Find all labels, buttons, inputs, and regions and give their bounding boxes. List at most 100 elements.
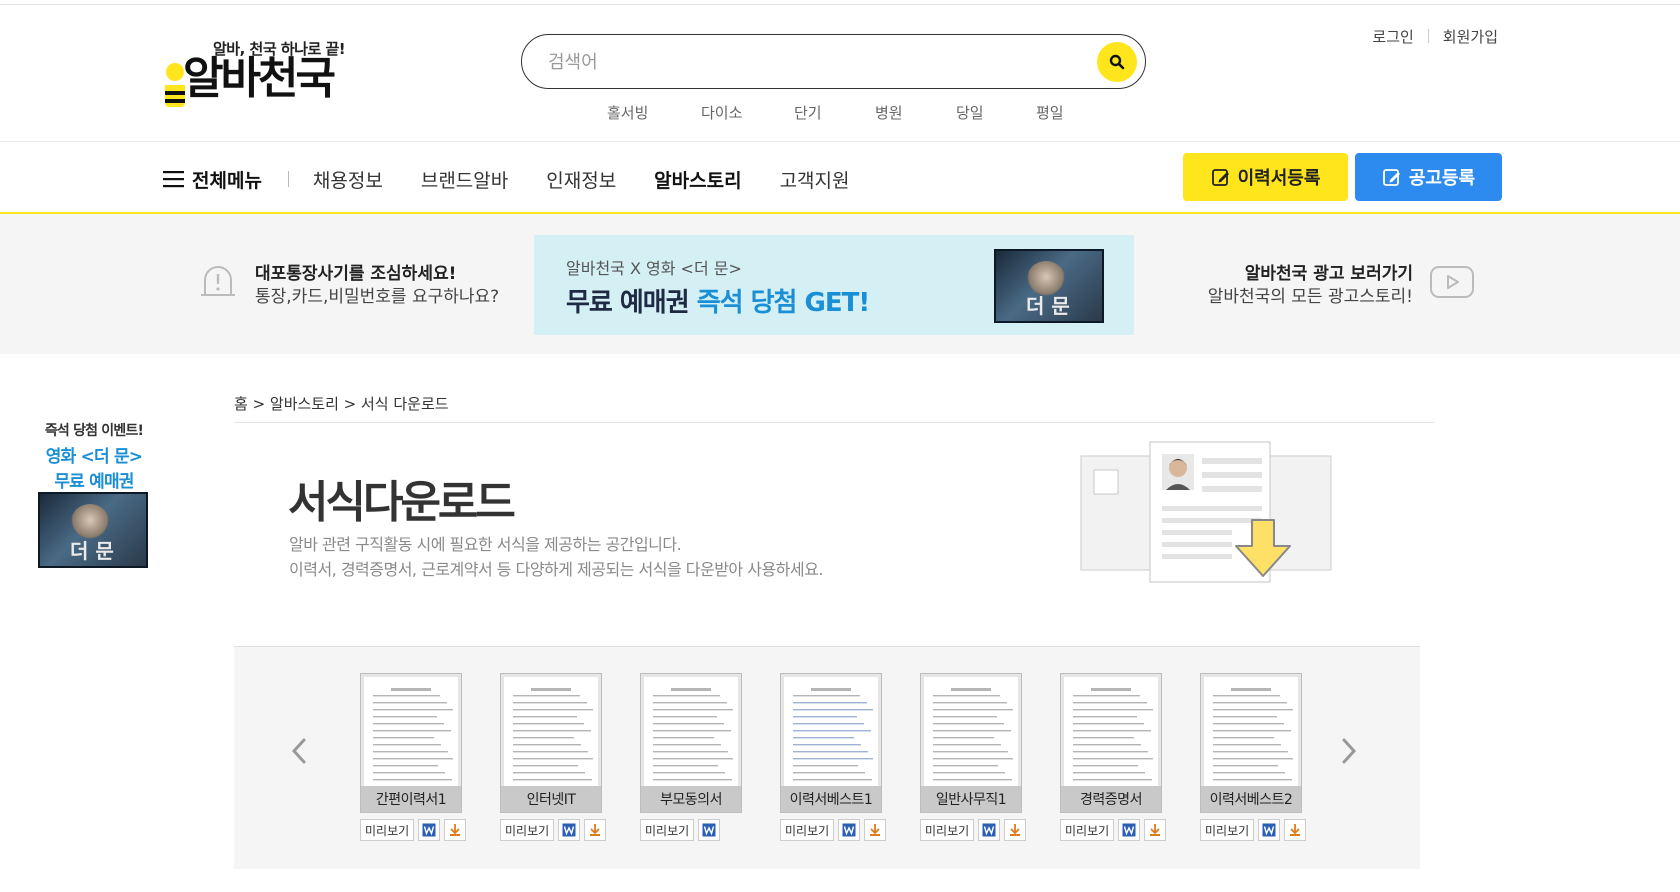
movie-poster-image: 더 문 (38, 492, 148, 568)
logo-text: 알바천국 (183, 53, 336, 104)
keyword-link[interactable]: 단기 (794, 102, 822, 123)
main-nav: 전체메뉴 채용정보 브랜드알바 인재정보 알바스토리 고객지원 (163, 162, 888, 196)
document-label: 인터넷IT (501, 786, 601, 812)
word-download-button[interactable] (1118, 819, 1141, 841)
logo[interactable]: 알바, 천국 하나로 끝! 알바천국 (163, 36, 363, 116)
fraud-warning-subtitle[interactable]: 통장,카드,비밀번호를 요구하나요? (255, 282, 499, 307)
preview-button[interactable]: 미리보기 (500, 819, 555, 841)
banner-main-b: 즉석 당첨 GET! (696, 288, 870, 318)
preview-button[interactable]: 미리보기 (640, 819, 695, 841)
document-actions: 미리보기 (360, 819, 467, 841)
preview-button[interactable]: 미리보기 (780, 819, 835, 841)
signup-link[interactable]: 회원가입 (1443, 26, 1498, 47)
login-link[interactable]: 로그인 (1372, 26, 1413, 47)
hwp-download-button[interactable] (1284, 819, 1307, 841)
hwp-file-icon (450, 824, 461, 836)
gallery-prev-button[interactable] (284, 731, 314, 771)
nav-item-jobs[interactable]: 채용정보 (313, 166, 383, 193)
document-label: 간편이력서1 (361, 786, 461, 812)
document-thumbnail[interactable]: 일반사무직1 (920, 673, 1022, 813)
document-thumbnail[interactable]: 인터넷IT (500, 673, 602, 813)
word-download-button[interactable] (1258, 819, 1281, 841)
nav-item-support[interactable]: 고객지원 (780, 166, 850, 193)
document-thumbnail[interactable]: 간편이력서1 (360, 673, 462, 813)
hwp-download-button[interactable] (584, 819, 607, 841)
event-banner[interactable]: 알바천국 X 영화 <더 문> 무료 예매권 즉석 당첨 GET! 더 문 (534, 235, 1134, 335)
document-download-illustration (1080, 441, 1332, 583)
side-ad-line3: 무료 예매권 (54, 472, 134, 492)
search-button[interactable] (1097, 42, 1137, 82)
hamburger-icon (163, 171, 184, 188)
nav-item-talent[interactable]: 인재정보 (546, 166, 616, 193)
keyword-link[interactable]: 병원 (875, 102, 903, 123)
word-file-icon (422, 823, 436, 837)
document-card[interactable]: 이력서베스트1 미리보기 (780, 673, 887, 843)
hwp-download-button[interactable] (1144, 819, 1167, 841)
document-thumbnail[interactable]: 이력서베스트1 (780, 673, 882, 813)
preview-button[interactable]: 미리보기 (1060, 819, 1115, 841)
document-preview-icon (373, 688, 453, 781)
section-divider (234, 422, 1434, 423)
preview-button[interactable]: 미리보기 (1200, 819, 1255, 841)
gallery-next-button[interactable] (1334, 731, 1364, 771)
document-thumbnail[interactable]: 이력서베스트2 (1200, 673, 1302, 813)
hwp-download-button[interactable] (864, 819, 887, 841)
search-input[interactable] (548, 47, 1068, 77)
document-actions: 미리보기 (780, 819, 887, 841)
document-preview-icon (793, 688, 873, 781)
nav-item-brand[interactable]: 브랜드알바 (421, 166, 508, 193)
popular-keywords: 홀서빙 다이소 단기 병원 당일 평일 (580, 102, 1080, 124)
word-download-button[interactable] (558, 819, 581, 841)
document-actions: 미리보기 (640, 819, 721, 841)
word-download-button[interactable] (698, 819, 721, 841)
ad-link-subtitle[interactable]: 알바천국의 모든 광고스토리! (1208, 282, 1413, 307)
document-thumbnail[interactable]: 부모동의서 (640, 673, 742, 813)
hwp-file-icon (1010, 824, 1021, 836)
banner-main-a: 무료 예매권 (566, 288, 690, 318)
side-ad-line2: 영화 <더 문> (45, 447, 143, 467)
all-menu-button[interactable]: 전체메뉴 (163, 166, 262, 193)
side-event-ad[interactable]: 즉석 당첨 이벤트! 영화 <더 문> 무료 예매권 더 문 (35, 420, 153, 570)
word-file-icon (982, 823, 996, 837)
document-thumbnail[interactable]: 경력증명서 (1060, 673, 1162, 813)
all-menu-label: 전체메뉴 (192, 169, 262, 192)
document-card[interactable]: 일반사무직1 미리보기 (920, 673, 1027, 843)
preview-button[interactable]: 미리보기 (920, 819, 975, 841)
resume-register-button[interactable]: 이력서등록 (1183, 153, 1348, 201)
word-file-icon (1262, 823, 1276, 837)
nav-item-story[interactable]: 알바스토리 (654, 166, 742, 193)
ad-link-title[interactable]: 알바천국 광고 보러가기 (1245, 259, 1413, 284)
fraud-warning-title[interactable]: 대포통장사기를 조심하세요! (255, 259, 456, 284)
hwp-download-button[interactable] (1004, 819, 1027, 841)
document-actions: 미리보기 (1060, 819, 1167, 841)
preview-button[interactable]: 미리보기 (360, 819, 415, 841)
document-card[interactable]: 인터넷IT 미리보기 (500, 673, 607, 843)
word-download-button[interactable] (838, 819, 861, 841)
keyword-link[interactable]: 평일 (1036, 102, 1064, 123)
word-file-icon (562, 823, 576, 837)
keyword-link[interactable]: 다이소 (701, 102, 742, 123)
banner-main-text: 무료 예매권 즉석 당첨 GET! (566, 282, 870, 319)
word-download-button[interactable] (418, 819, 441, 841)
side-ad-line1: 즉석 당첨 이벤트! (44, 423, 144, 439)
util-links: 로그인 회원가입 (1372, 26, 1498, 46)
header-divider (0, 141, 1680, 142)
page-title: 서식다운로드 (288, 477, 516, 528)
edit-icon (1382, 169, 1400, 186)
keyword-link[interactable]: 당일 (956, 102, 984, 123)
document-card[interactable]: 부모동의서미리보기 (640, 673, 742, 843)
job-post-label: 공고등록 (1408, 168, 1476, 189)
word-download-button[interactable] (978, 819, 1001, 841)
breadcrumb[interactable]: 홈 > 알바스토리 > 서식 다운로드 (234, 393, 449, 414)
document-card[interactable]: 이력서베스트2 미리보기 (1200, 673, 1307, 843)
keyword-link[interactable]: 홀서빙 (607, 102, 648, 123)
document-actions: 미리보기 (500, 819, 607, 841)
job-post-button[interactable]: 공고등록 (1355, 153, 1502, 201)
document-preview-icon (933, 688, 1013, 781)
word-file-icon (1122, 823, 1136, 837)
play-icon[interactable] (1430, 266, 1474, 298)
document-preview-icon (1073, 688, 1153, 781)
document-card[interactable]: 간편이력서1 미리보기 (360, 673, 467, 843)
hwp-download-button[interactable] (444, 819, 467, 841)
document-card[interactable]: 경력증명서미리보기 (1060, 673, 1167, 843)
